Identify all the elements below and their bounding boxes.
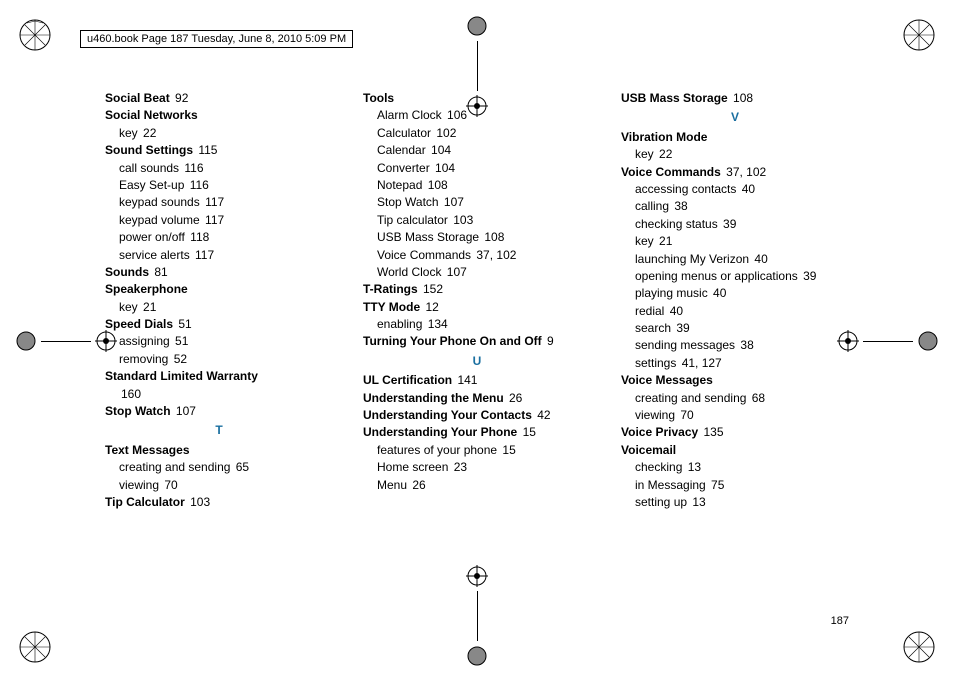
index-entry: Standard Limited Warranty bbox=[105, 368, 333, 385]
index-subentry: key 21 bbox=[635, 233, 849, 250]
index-subentry: in Messaging 75 bbox=[635, 477, 849, 494]
index-entry: UL Certification 141 bbox=[363, 372, 591, 389]
index-subentry: key 21 bbox=[119, 299, 333, 316]
index-subentry: checking 13 bbox=[635, 459, 849, 476]
index-subentry: Calendar 104 bbox=[377, 142, 591, 159]
index-subentry: creating and sending 68 bbox=[635, 390, 849, 407]
index-subentry: settings 41, 127 bbox=[635, 355, 849, 372]
index-entry: Vibration Mode bbox=[621, 129, 849, 146]
index-subentry: features of your phone 15 bbox=[377, 442, 591, 459]
index-entry: TTY Mode 12 bbox=[363, 299, 591, 316]
crop-mark-icon bbox=[15, 627, 55, 667]
index-subentry: Alarm Clock 106 bbox=[377, 107, 591, 124]
index-subentry: key 22 bbox=[635, 146, 849, 163]
crop-mark-icon bbox=[899, 627, 939, 667]
index-entry: Voice Messages bbox=[621, 372, 849, 389]
index-entry: Tools bbox=[363, 90, 591, 107]
index-subentry: key 22 bbox=[119, 125, 333, 142]
index-subentry: checking status 39 bbox=[635, 216, 849, 233]
index-subentry: Calculator 102 bbox=[377, 125, 591, 142]
index-subentry: Home screen 23 bbox=[377, 459, 591, 476]
page-number: 187 bbox=[831, 615, 849, 627]
crop-mark-icon bbox=[15, 15, 55, 55]
index-entry: Sounds 81 bbox=[105, 264, 333, 281]
index-entry: Understanding the Menu 26 bbox=[363, 390, 591, 407]
index-content: Social Beat 92Social Networkskey 22Sound… bbox=[105, 90, 849, 612]
index-entry: USB Mass Storage 108 bbox=[621, 90, 849, 107]
index-subentry: search 39 bbox=[635, 320, 849, 337]
index-column-2: ToolsAlarm Clock 106Calculator 102Calend… bbox=[363, 90, 591, 612]
index-entry: Speakerphone bbox=[105, 281, 333, 298]
index-subentry: keypad volume 117 bbox=[119, 212, 333, 229]
index-entry: Sound Settings 115 bbox=[105, 142, 333, 159]
index-entry: Voice Commands 37, 102 bbox=[621, 164, 849, 181]
index-letter: T bbox=[105, 422, 333, 439]
index-subentry: redial 40 bbox=[635, 303, 849, 320]
crop-mark-icon bbox=[899, 15, 939, 55]
index-entry: Text Messages bbox=[105, 442, 333, 459]
index-letter: V bbox=[621, 109, 849, 126]
index-subentry: 160 bbox=[119, 386, 333, 403]
index-entry: Speed Dials 51 bbox=[105, 316, 333, 333]
index-entry: Understanding Your Contacts 42 bbox=[363, 407, 591, 424]
index-letter: U bbox=[363, 353, 591, 370]
index-subentry: playing music 40 bbox=[635, 285, 849, 302]
index-entry: T-Ratings 152 bbox=[363, 281, 591, 298]
index-entry: Stop Watch 107 bbox=[105, 403, 333, 420]
index-subentry: opening menus or applications 39 bbox=[635, 268, 849, 285]
registration-mark-icon bbox=[15, 330, 117, 352]
index-subentry: viewing 70 bbox=[119, 477, 333, 494]
index-subentry: Easy Set-up 116 bbox=[119, 177, 333, 194]
index-entry: Understanding Your Phone 15 bbox=[363, 424, 591, 441]
index-entry: Tip Calculator 103 bbox=[105, 494, 333, 511]
index-subentry: launching My Verizon 40 bbox=[635, 251, 849, 268]
index-subentry: assigning 51 bbox=[119, 333, 333, 350]
index-entry: Social Beat 92 bbox=[105, 90, 333, 107]
index-entry: Turning Your Phone On and Off 9 bbox=[363, 333, 591, 350]
index-subentry: Menu 26 bbox=[377, 477, 591, 494]
registration-mark-icon bbox=[837, 330, 939, 352]
index-subentry: enabling 134 bbox=[377, 316, 591, 333]
page-header: u460.book Page 187 Tuesday, June 8, 2010… bbox=[80, 30, 353, 48]
index-entry: Voice Privacy 135 bbox=[621, 424, 849, 441]
index-subentry: setting up 13 bbox=[635, 494, 849, 511]
index-column-3: USB Mass Storage 108VVibration Modekey 2… bbox=[621, 90, 849, 612]
index-column-1: Social Beat 92Social Networkskey 22Sound… bbox=[105, 90, 333, 612]
index-subentry: USB Mass Storage 108 bbox=[377, 229, 591, 246]
index-subentry: sending messages 38 bbox=[635, 337, 849, 354]
index-subentry: creating and sending 65 bbox=[119, 459, 333, 476]
index-subentry: calling 38 bbox=[635, 198, 849, 215]
index-subentry: call sounds 116 bbox=[119, 160, 333, 177]
index-entry: Voicemail bbox=[621, 442, 849, 459]
index-subentry: Converter 104 bbox=[377, 160, 591, 177]
index-subentry: service alerts 117 bbox=[119, 247, 333, 264]
index-subentry: World Clock 107 bbox=[377, 264, 591, 281]
index-subentry: Notepad 108 bbox=[377, 177, 591, 194]
index-entry: Social Networks bbox=[105, 107, 333, 124]
index-subentry: accessing contacts 40 bbox=[635, 181, 849, 198]
index-subentry: Tip calculator 103 bbox=[377, 212, 591, 229]
index-subentry: viewing 70 bbox=[635, 407, 849, 424]
index-subentry: keypad sounds 117 bbox=[119, 194, 333, 211]
index-subentry: Stop Watch 107 bbox=[377, 194, 591, 211]
index-subentry: Voice Commands 37, 102 bbox=[377, 247, 591, 264]
index-subentry: power on/off 118 bbox=[119, 229, 333, 246]
index-subentry: removing 52 bbox=[119, 351, 333, 368]
